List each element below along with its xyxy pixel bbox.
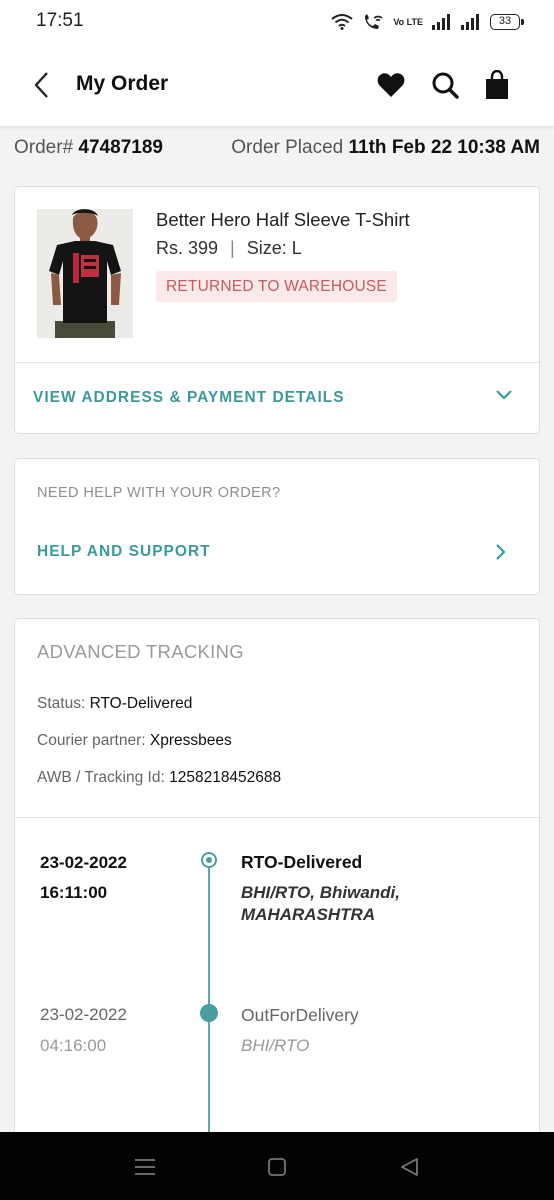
- product-price-size: Rs. 399 | Size: L: [156, 238, 302, 259]
- product-card: Better Hero Half Sleeve T-Shirt Rs. 399 |…: [14, 186, 540, 434]
- product-price: Rs. 399: [156, 238, 219, 258]
- search-icon: [432, 72, 459, 99]
- order-placed: Order Placed 11th Feb 22 10:38 AM: [231, 137, 540, 165]
- status-bar: 17:51 Vo LTE 33: [0, 0, 554, 44]
- courier-label: Courier partner:: [37, 732, 146, 749]
- product-image[interactable]: [37, 209, 133, 338]
- battery-icon: 33: [490, 14, 524, 30]
- page-title: My Order: [76, 72, 169, 95]
- product-size: Size: L: [246, 238, 302, 258]
- awb-label: AWB / Tracking Id:: [37, 769, 165, 786]
- chevron-right-icon[interactable]: [495, 543, 507, 561]
- wifi-calling-icon: [365, 14, 383, 29]
- timeline-dot-current: [201, 852, 217, 868]
- system-back-button[interactable]: [394, 1152, 424, 1182]
- tracking-status-value: RTO-Delivered: [89, 695, 193, 712]
- status-icons: Vo LTE 33: [331, 12, 524, 32]
- address-payment-toggle[interactable]: VIEW ADDRESS & PAYMENT DETAILS: [15, 363, 539, 433]
- event-date: 23-02-2022: [40, 853, 127, 872]
- event-status: OutForDelivery: [241, 1005, 359, 1025]
- back-arrow-icon: [34, 72, 48, 98]
- back-button[interactable]: [26, 68, 56, 102]
- system-nav-bar: [0, 1132, 554, 1200]
- heart-icon: [377, 73, 405, 97]
- app-bar: My Order: [0, 44, 554, 126]
- order-placed-date: 11th Feb 22 10:38 AM: [348, 137, 540, 158]
- tracking-card: ADVANCED TRACKING Status: RTO-Delivered …: [14, 618, 540, 1178]
- order-number-label: Order#: [14, 137, 74, 158]
- signal-icon-2: [461, 14, 479, 30]
- tshirt-model-image: [37, 209, 133, 338]
- courier-value: Xpressbees: [149, 732, 232, 749]
- order-meta: Order# 47487189 Order Placed 11th Feb 22…: [14, 137, 540, 165]
- courier-partner: Courier partner: Xpressbees: [37, 732, 232, 750]
- status-badge: RETURNED TO WAREHOUSE: [156, 271, 397, 302]
- recent-apps-button[interactable]: [130, 1152, 160, 1182]
- price-size-separator: |: [230, 238, 235, 258]
- volte-icon: Vo LTE: [393, 16, 423, 27]
- order-number: Order# 47487189: [14, 137, 163, 165]
- menu-icon: [135, 1159, 155, 1175]
- signal-icon: [432, 14, 450, 30]
- home-square-icon: [268, 1158, 286, 1176]
- event-status: RTO-Delivered: [241, 852, 363, 872]
- event-date: 23-02-2022: [40, 1005, 127, 1024]
- awb-value[interactable]: 1258218452688: [169, 769, 281, 786]
- help-heading: NEED HELP WITH YOUR ORDER?: [37, 485, 281, 501]
- back-triangle-icon: [401, 1158, 418, 1176]
- tracking-status: Status: RTO-Delivered: [37, 695, 192, 713]
- event-time: 16:11:00: [40, 883, 108, 902]
- event-location: BHI/RTO: [241, 1036, 310, 1055]
- wifi-icon: [331, 14, 353, 30]
- order-number-value: 47487189: [78, 137, 163, 158]
- shopping-bag-icon: [486, 70, 508, 99]
- product-name[interactable]: Better Hero Half Sleeve T-Shirt: [156, 209, 410, 231]
- cart-button[interactable]: [480, 68, 514, 102]
- awb-tracking: AWB / Tracking Id: 1258218452688: [37, 769, 281, 787]
- help-card: NEED HELP WITH YOUR ORDER? HELP AND SUPP…: [14, 458, 540, 595]
- tracking-title: ADVANCED TRACKING: [37, 641, 244, 662]
- home-button[interactable]: [262, 1152, 292, 1182]
- address-payment-link[interactable]: VIEW ADDRESS & PAYMENT DETAILS: [33, 389, 345, 407]
- search-button[interactable]: [428, 68, 462, 102]
- chevron-down-icon: [496, 390, 512, 400]
- wishlist-button[interactable]: [374, 68, 408, 102]
- timeline-dot: [200, 1004, 218, 1022]
- help-support-link[interactable]: HELP AND SUPPORT: [37, 543, 211, 561]
- order-placed-label: Order Placed: [231, 137, 344, 158]
- event-location: BHI/RTO, Bhiwandi, MAHARASHTRA: [241, 883, 400, 924]
- tracking-status-label: Status:: [37, 695, 86, 712]
- event-time: 04:16:00: [40, 1036, 107, 1055]
- tracking-divider: [15, 817, 539, 818]
- product-row[interactable]: Better Hero Half Sleeve T-Shirt Rs. 399 |…: [15, 187, 539, 363]
- status-time: 17:51: [36, 10, 84, 31]
